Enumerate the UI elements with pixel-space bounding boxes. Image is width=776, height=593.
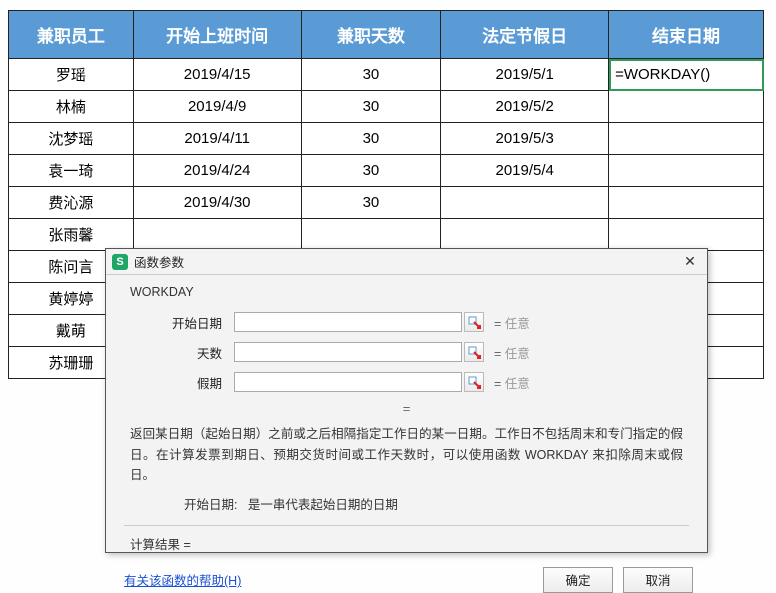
- param-input[interactable]: [234, 312, 462, 332]
- cell-start[interactable]: 2019/4/24: [133, 155, 301, 187]
- close-icon[interactable]: ✕: [679, 253, 701, 271]
- col-header-start: 开始上班时间: [133, 11, 301, 59]
- param-input[interactable]: [234, 372, 462, 392]
- param-hint-value: 任意: [505, 317, 530, 331]
- cell-start[interactable]: 2019/4/15: [133, 59, 301, 91]
- cell-start[interactable]: 2019/4/11: [133, 123, 301, 155]
- col-header-holiday: 法定节假日: [441, 11, 609, 59]
- cell-end[interactable]: [609, 91, 764, 123]
- range-selector-icon[interactable]: [464, 372, 484, 392]
- table-header-row: 兼职员工 开始上班时间 兼职天数 法定节假日 结束日期: [9, 11, 764, 59]
- cell-holiday[interactable]: [441, 219, 609, 251]
- table-row: 张雨馨: [9, 219, 764, 251]
- dialog-title: 函数参数: [134, 252, 679, 271]
- param-hint: = 任意: [494, 343, 530, 362]
- range-selector-icon[interactable]: [464, 342, 484, 362]
- col-header-employee: 兼职员工: [9, 11, 134, 59]
- cell-end[interactable]: [609, 219, 764, 251]
- table-row: 费沁源2019/4/3030: [9, 187, 764, 219]
- table-row: 林楠2019/4/9302019/5/2: [9, 91, 764, 123]
- cell-days[interactable]: 30: [301, 59, 441, 91]
- app-icon: S: [112, 254, 128, 270]
- table-row: 罗瑶2019/4/15302019/5/1=WORKDAY(): [9, 59, 764, 91]
- ok-button[interactable]: 确定: [543, 567, 613, 593]
- cell-end[interactable]: [609, 155, 764, 187]
- equals-sign: =: [494, 377, 501, 391]
- equals-sign: =: [494, 317, 501, 331]
- cell-name[interactable]: 费沁源: [9, 187, 134, 219]
- col-header-days: 兼职天数: [301, 11, 441, 59]
- table-row: 袁一琦2019/4/24302019/5/4: [9, 155, 764, 187]
- cell-days[interactable]: [301, 219, 441, 251]
- cell-end[interactable]: =WORKDAY(): [609, 59, 764, 91]
- col-header-end: 结束日期: [609, 11, 764, 59]
- param-hint-value: 任意: [505, 347, 530, 361]
- cell-name[interactable]: 张雨馨: [9, 219, 134, 251]
- cell-holiday[interactable]: 2019/5/3: [441, 123, 609, 155]
- function-description: 返回某日期（起始日期）之前或之后相隔指定工作日的某一日期。工作日不包括周末和专门…: [124, 424, 689, 486]
- formula-result: 计算结果 =: [124, 534, 689, 553]
- dialog-divider: [124, 525, 689, 526]
- cell-days[interactable]: 30: [301, 91, 441, 123]
- cell-name[interactable]: 罗瑶: [9, 59, 134, 91]
- help-link[interactable]: 有关该函数的帮助(H): [124, 570, 533, 589]
- cell-start[interactable]: [133, 219, 301, 251]
- param-row: 假期 = 任意: [124, 369, 689, 395]
- param-desc-text: 是一串代表起始日期的日期: [248, 498, 398, 512]
- dialog-titlebar[interactable]: S 函数参数 ✕: [106, 249, 707, 275]
- param-row: 开始日期 = 任意: [124, 309, 689, 335]
- param-desc-label: 开始日期:: [184, 498, 237, 512]
- cell-holiday[interactable]: 2019/5/1: [441, 59, 609, 91]
- range-selector-icon[interactable]: [464, 312, 484, 332]
- cell-name[interactable]: 袁一琦: [9, 155, 134, 187]
- cell-end[interactable]: [609, 123, 764, 155]
- table-row: 沈梦瑶2019/4/11302019/5/3: [9, 123, 764, 155]
- param-label: 天数: [124, 343, 234, 362]
- result-label: 计算结果 =: [130, 538, 191, 552]
- param-hint-value: 任意: [505, 377, 530, 391]
- result-inline-equals: =: [124, 401, 689, 416]
- cell-end[interactable]: [609, 187, 764, 219]
- cell-days[interactable]: 30: [301, 123, 441, 155]
- param-label: 开始日期: [124, 313, 234, 332]
- cell-days[interactable]: 30: [301, 187, 441, 219]
- cell-holiday[interactable]: 2019/5/2: [441, 91, 609, 123]
- cell-holiday[interactable]: [441, 187, 609, 219]
- param-hint: = 任意: [494, 313, 530, 332]
- function-name-label: WORKDAY: [130, 285, 689, 299]
- cell-start[interactable]: 2019/4/9: [133, 91, 301, 123]
- cell-holiday[interactable]: 2019/5/4: [441, 155, 609, 187]
- parameter-description: 开始日期: 是一串代表起始日期的日期: [124, 494, 689, 513]
- function-arguments-dialog: S 函数参数 ✕ WORKDAY 开始日期= 任意天数= 任意假期= 任意 = …: [105, 248, 708, 553]
- equals-sign: =: [494, 347, 501, 361]
- cancel-button[interactable]: 取消: [623, 567, 693, 593]
- param-row: 天数 = 任意: [124, 339, 689, 365]
- param-hint: = 任意: [494, 373, 530, 392]
- cell-name[interactable]: 沈梦瑶: [9, 123, 134, 155]
- cell-days[interactable]: 30: [301, 155, 441, 187]
- cell-start[interactable]: 2019/4/30: [133, 187, 301, 219]
- cell-name[interactable]: 林楠: [9, 91, 134, 123]
- param-input[interactable]: [234, 342, 462, 362]
- param-label: 假期: [124, 373, 234, 392]
